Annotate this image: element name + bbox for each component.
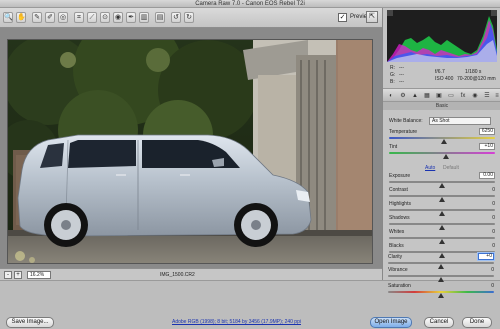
temperature-slider-knob[interactable] bbox=[441, 139, 447, 144]
white-balance-select[interactable]: As Shot bbox=[429, 117, 491, 125]
default-link[interactable]: Default bbox=[443, 165, 459, 171]
status-bar: - + 16.2% IMG_1500.CR2 bbox=[0, 268, 382, 280]
rotate-left-icon[interactable]: ↺ bbox=[171, 12, 181, 23]
photo-preview[interactable] bbox=[7, 39, 373, 264]
tab-presets-icon[interactable]: ☰ bbox=[483, 92, 491, 100]
contrast-slider-knob[interactable] bbox=[439, 197, 445, 202]
contrast-label: Contrast bbox=[389, 187, 408, 193]
tab-camera-icon[interactable]: ◉ bbox=[471, 92, 479, 100]
targeted-adjustment-tool-icon[interactable]: ◎ bbox=[58, 12, 68, 23]
tab-split-toning-icon[interactable]: ▣ bbox=[435, 92, 443, 100]
g-label: G: bbox=[390, 72, 396, 78]
tab-tone-curve-icon[interactable]: ⚙ bbox=[399, 92, 407, 100]
clarity-value[interactable]: +0 bbox=[478, 253, 494, 260]
exposure-value[interactable]: 0.00 bbox=[479, 172, 495, 179]
whites-value[interactable]: 0 bbox=[481, 229, 495, 235]
auto-link[interactable]: Auto bbox=[425, 165, 435, 171]
vibrance-slider-knob[interactable] bbox=[438, 277, 444, 282]
white-balance-tool-icon[interactable]: ✎ bbox=[32, 12, 42, 23]
r-label: R: bbox=[390, 65, 395, 71]
clarity-label: Clarity bbox=[388, 254, 403, 260]
tab-basic-icon[interactable]: ◐ bbox=[387, 92, 395, 100]
filename-label: IMG_1500.CR2 bbox=[160, 272, 195, 278]
b-label: B: bbox=[390, 79, 395, 85]
bottom-bar: Vibrance 0 Saturation 0 Save Image... Ad… bbox=[0, 267, 500, 329]
tint-label: Tint bbox=[389, 144, 398, 150]
g-value: --- bbox=[399, 72, 404, 78]
iso-readout: ISO 400 bbox=[435, 76, 454, 82]
tab-effects-icon[interactable]: fx bbox=[459, 92, 467, 100]
toolbar: 🔍 ✋ ✎ ✐ ◎ ⌗ ⟋ ⊙ ◉ ✒ ▥ ▤ ↺ ↻ ✓ Preview ⇱ bbox=[0, 8, 382, 28]
whites-label: Whites bbox=[389, 229, 405, 235]
histogram bbox=[387, 10, 497, 62]
zoom-tool-icon[interactable]: 🔍 bbox=[3, 12, 13, 23]
panel-menu-icon[interactable]: ≡ bbox=[493, 92, 500, 100]
b-value: --- bbox=[399, 79, 404, 85]
vibrance-label: Vibrance bbox=[388, 267, 408, 273]
workflow-options-link[interactable]: Adobe RGB (1998); 8 bit; 5184 by 3456 (1… bbox=[172, 319, 301, 325]
tab-hsl-icon[interactable]: ▦ bbox=[423, 92, 431, 100]
window-title: Camera Raw 7.0 - Canon EOS Rebel T2i bbox=[0, 0, 500, 8]
hand-tool-icon[interactable]: ✋ bbox=[16, 12, 26, 23]
straighten-tool-icon[interactable]: ⟋ bbox=[87, 12, 97, 23]
lens-readout: 70-200@120 mm bbox=[457, 76, 496, 82]
shadows-label: Shadows bbox=[389, 215, 410, 221]
tab-lens-icon[interactable]: ▭ bbox=[447, 92, 455, 100]
panel-tabs: ◐ ⚙ ▲ ▦ ▣ ▭ fx ◉ ☰ ≡ bbox=[383, 88, 500, 102]
blacks-value[interactable]: 0 bbox=[481, 243, 495, 249]
color-sampler-tool-icon[interactable]: ✐ bbox=[45, 12, 55, 23]
vibrance-value[interactable]: 0 bbox=[480, 267, 494, 273]
highlights-slider-knob[interactable] bbox=[439, 211, 445, 216]
temperature-label: Temperature bbox=[389, 129, 418, 135]
tint-slider-track[interactable] bbox=[389, 152, 495, 154]
saturation-slider-knob[interactable] bbox=[438, 293, 444, 298]
open-image-button[interactable]: Open Image bbox=[370, 317, 412, 328]
adjustments-panel: R: --- G: --- B: --- f/6.7 1/180 s ISO 4… bbox=[382, 8, 500, 280]
cancel-button[interactable]: Cancel bbox=[424, 317, 454, 328]
preview-checkbox[interactable]: ✓ bbox=[338, 13, 347, 22]
saturation-value[interactable]: 0 bbox=[480, 283, 494, 289]
exposure-slider-knob[interactable] bbox=[439, 183, 445, 188]
shadows-value[interactable]: 0 bbox=[481, 215, 495, 221]
highlights-value[interactable]: 0 bbox=[481, 201, 495, 207]
tab-detail-icon[interactable]: ▲ bbox=[411, 92, 419, 100]
white-balance-label: White Balance: bbox=[389, 118, 423, 124]
readout-area: R: --- G: --- B: --- f/6.7 1/180 s ISO 4… bbox=[387, 63, 497, 88]
tint-slider-knob[interactable] bbox=[443, 154, 449, 159]
aperture-readout: f/6.7 bbox=[435, 69, 445, 75]
zoom-out-button[interactable]: - bbox=[4, 271, 12, 279]
tint-value[interactable]: +10 bbox=[479, 143, 495, 150]
shutter-readout: 1/180 s bbox=[465, 69, 482, 75]
rotate-right-icon[interactable]: ↻ bbox=[184, 12, 194, 23]
graduated-filter-tool-icon[interactable]: ▥ bbox=[139, 12, 149, 23]
saturation-label: Saturation bbox=[388, 283, 411, 289]
temperature-value[interactable]: 6250 bbox=[479, 128, 495, 135]
zoom-in-button[interactable]: + bbox=[14, 271, 22, 279]
adjustment-brush-tool-icon[interactable]: ✒ bbox=[126, 12, 136, 23]
done-button[interactable]: Done bbox=[462, 317, 492, 328]
image-canvas[interactable] bbox=[0, 28, 382, 268]
basic-section-title: Basic bbox=[383, 102, 500, 110]
blacks-label: Blacks bbox=[389, 243, 404, 249]
shadows-slider-knob[interactable] bbox=[439, 225, 445, 230]
car-photo bbox=[8, 40, 372, 263]
spot-removal-tool-icon[interactable]: ⊙ bbox=[100, 12, 110, 23]
histogram-graph bbox=[387, 10, 497, 62]
crop-tool-icon[interactable]: ⌗ bbox=[74, 12, 84, 23]
zoom-level-select[interactable]: 16.2% bbox=[27, 271, 51, 279]
save-image-button[interactable]: Save Image... bbox=[6, 317, 54, 328]
fullscreen-toggle-icon[interactable]: ⇱ bbox=[366, 11, 378, 23]
whites-slider-knob[interactable] bbox=[439, 239, 445, 244]
highlights-label: Highlights bbox=[389, 201, 411, 207]
clarity-slider-knob[interactable] bbox=[438, 264, 444, 269]
preferences-tool-icon[interactable]: ▤ bbox=[155, 12, 165, 23]
contrast-value[interactable]: 0 bbox=[481, 187, 495, 193]
exposure-label: Exposure bbox=[389, 173, 411, 179]
red-eye-tool-icon[interactable]: ◉ bbox=[113, 12, 123, 23]
r-value: --- bbox=[399, 65, 404, 71]
